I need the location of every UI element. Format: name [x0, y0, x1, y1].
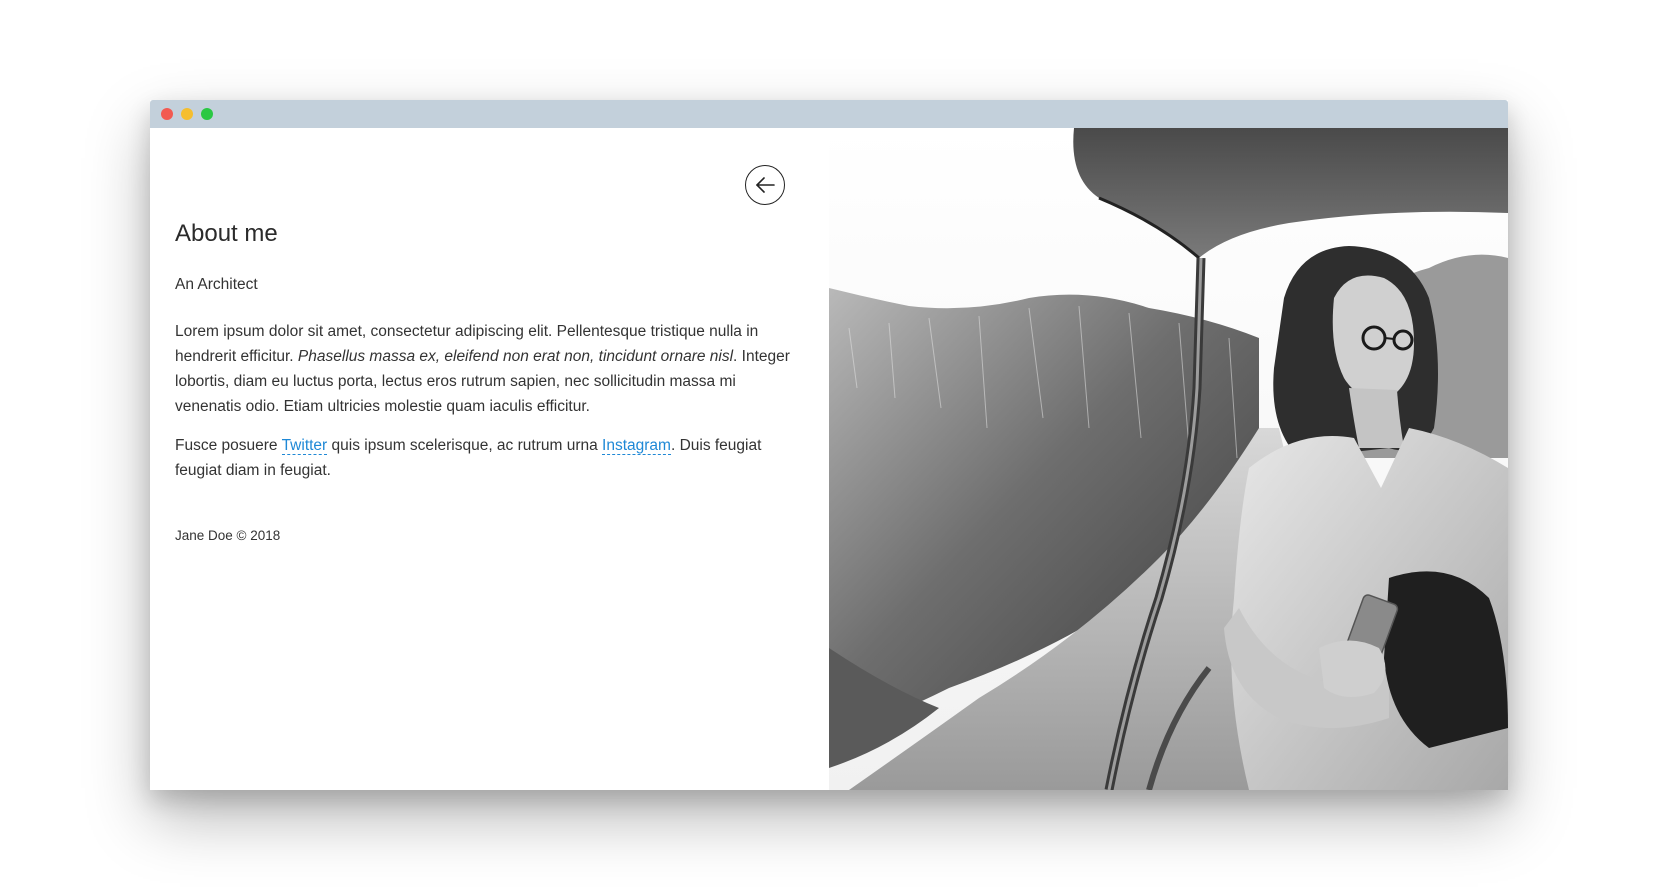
twitter-link[interactable]: Twitter	[281, 437, 328, 455]
browser-window: About me An Architect Lorem ipsum dolor …	[150, 100, 1508, 790]
emphasized-text: Phasellus massa ex, eleifend non erat no…	[297, 348, 734, 365]
arrow-left-icon	[756, 177, 775, 193]
minimize-window-button[interactable]	[181, 108, 193, 120]
paragraph-text: Fusce posuere	[175, 437, 282, 454]
page-title: About me	[175, 220, 278, 247]
close-window-button[interactable]	[161, 108, 173, 120]
page-subtitle: An Architect	[175, 276, 258, 293]
instagram-link[interactable]: Instagram	[602, 437, 671, 455]
page-content: About me An Architect Lorem ipsum dolor …	[150, 128, 1508, 790]
intro-paragraph: Lorem ipsum dolor sit amet, consectetur …	[175, 319, 795, 419]
maximize-window-button[interactable]	[201, 108, 213, 120]
links-paragraph: Fusce posuere Twitter quis ipsum sceleri…	[175, 433, 795, 483]
paragraph-text: quis ipsum scelerisque, ac rutrum urna	[327, 437, 603, 454]
footer-copyright: Jane Doe © 2018	[175, 528, 281, 543]
back-button[interactable]	[745, 165, 785, 205]
portrait-photo	[829, 128, 1508, 790]
window-titlebar	[150, 100, 1508, 128]
about-panel: About me An Architect Lorem ipsum dolor …	[150, 128, 829, 790]
portrait-photo-panel	[829, 128, 1508, 790]
